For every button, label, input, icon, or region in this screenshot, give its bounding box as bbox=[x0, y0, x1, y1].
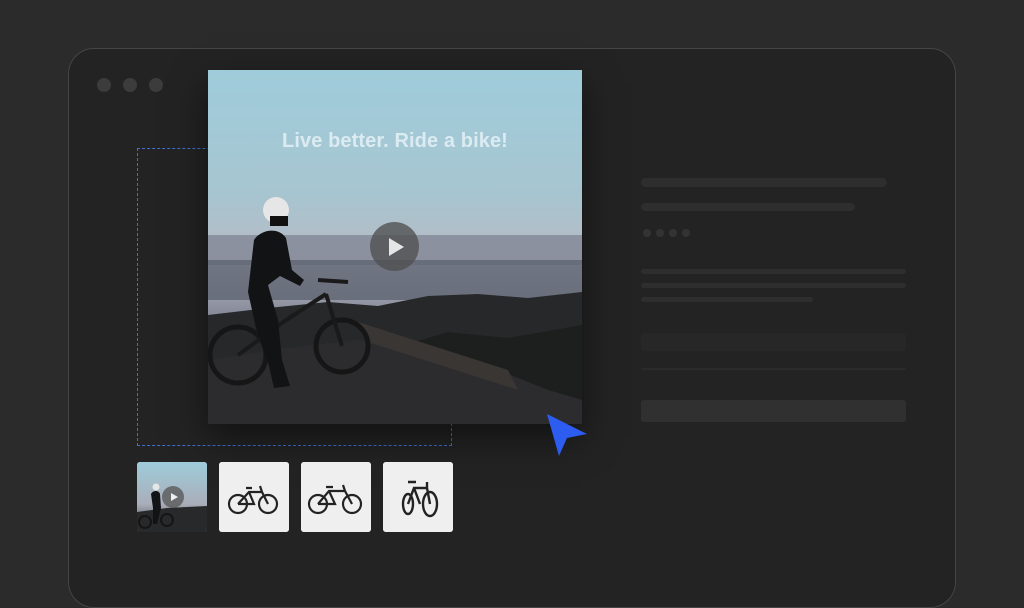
main-video-preview[interactable]: Live better. Ride a bike! bbox=[208, 70, 582, 424]
quantity-field-placeholder[interactable] bbox=[641, 368, 906, 370]
thumbnail-video[interactable] bbox=[137, 462, 207, 532]
bike-thumbnail-image bbox=[383, 462, 453, 532]
play-icon bbox=[389, 237, 404, 256]
pointer-cursor-icon bbox=[547, 414, 587, 456]
thumbnail-image[interactable] bbox=[219, 462, 289, 532]
rating-star-icon bbox=[669, 229, 677, 237]
thumbnail-image[interactable] bbox=[383, 462, 453, 532]
thumbnail-image[interactable] bbox=[301, 462, 371, 532]
product-title-placeholder bbox=[641, 178, 887, 187]
window-maximize-icon[interactable] bbox=[149, 78, 163, 92]
rating-star-icon bbox=[682, 229, 690, 237]
rating-star-icon bbox=[643, 229, 651, 237]
window-close-icon[interactable] bbox=[97, 78, 111, 92]
description-line-placeholder bbox=[641, 283, 906, 288]
media-caption: Live better. Ride a bike! bbox=[282, 130, 508, 152]
description-line-placeholder bbox=[641, 297, 813, 302]
bike-thumbnail-image bbox=[219, 462, 289, 532]
rating-star-icon bbox=[656, 229, 664, 237]
play-button[interactable] bbox=[370, 222, 419, 271]
window-minimize-icon[interactable] bbox=[123, 78, 137, 92]
add-to-cart-button-placeholder[interactable] bbox=[641, 400, 906, 422]
thumbnail-play-icon bbox=[162, 486, 184, 508]
product-subtitle-placeholder bbox=[641, 203, 855, 211]
variant-selector-placeholder[interactable] bbox=[641, 333, 906, 351]
bike-thumbnail-image bbox=[301, 462, 371, 532]
description-line-placeholder bbox=[641, 269, 906, 274]
